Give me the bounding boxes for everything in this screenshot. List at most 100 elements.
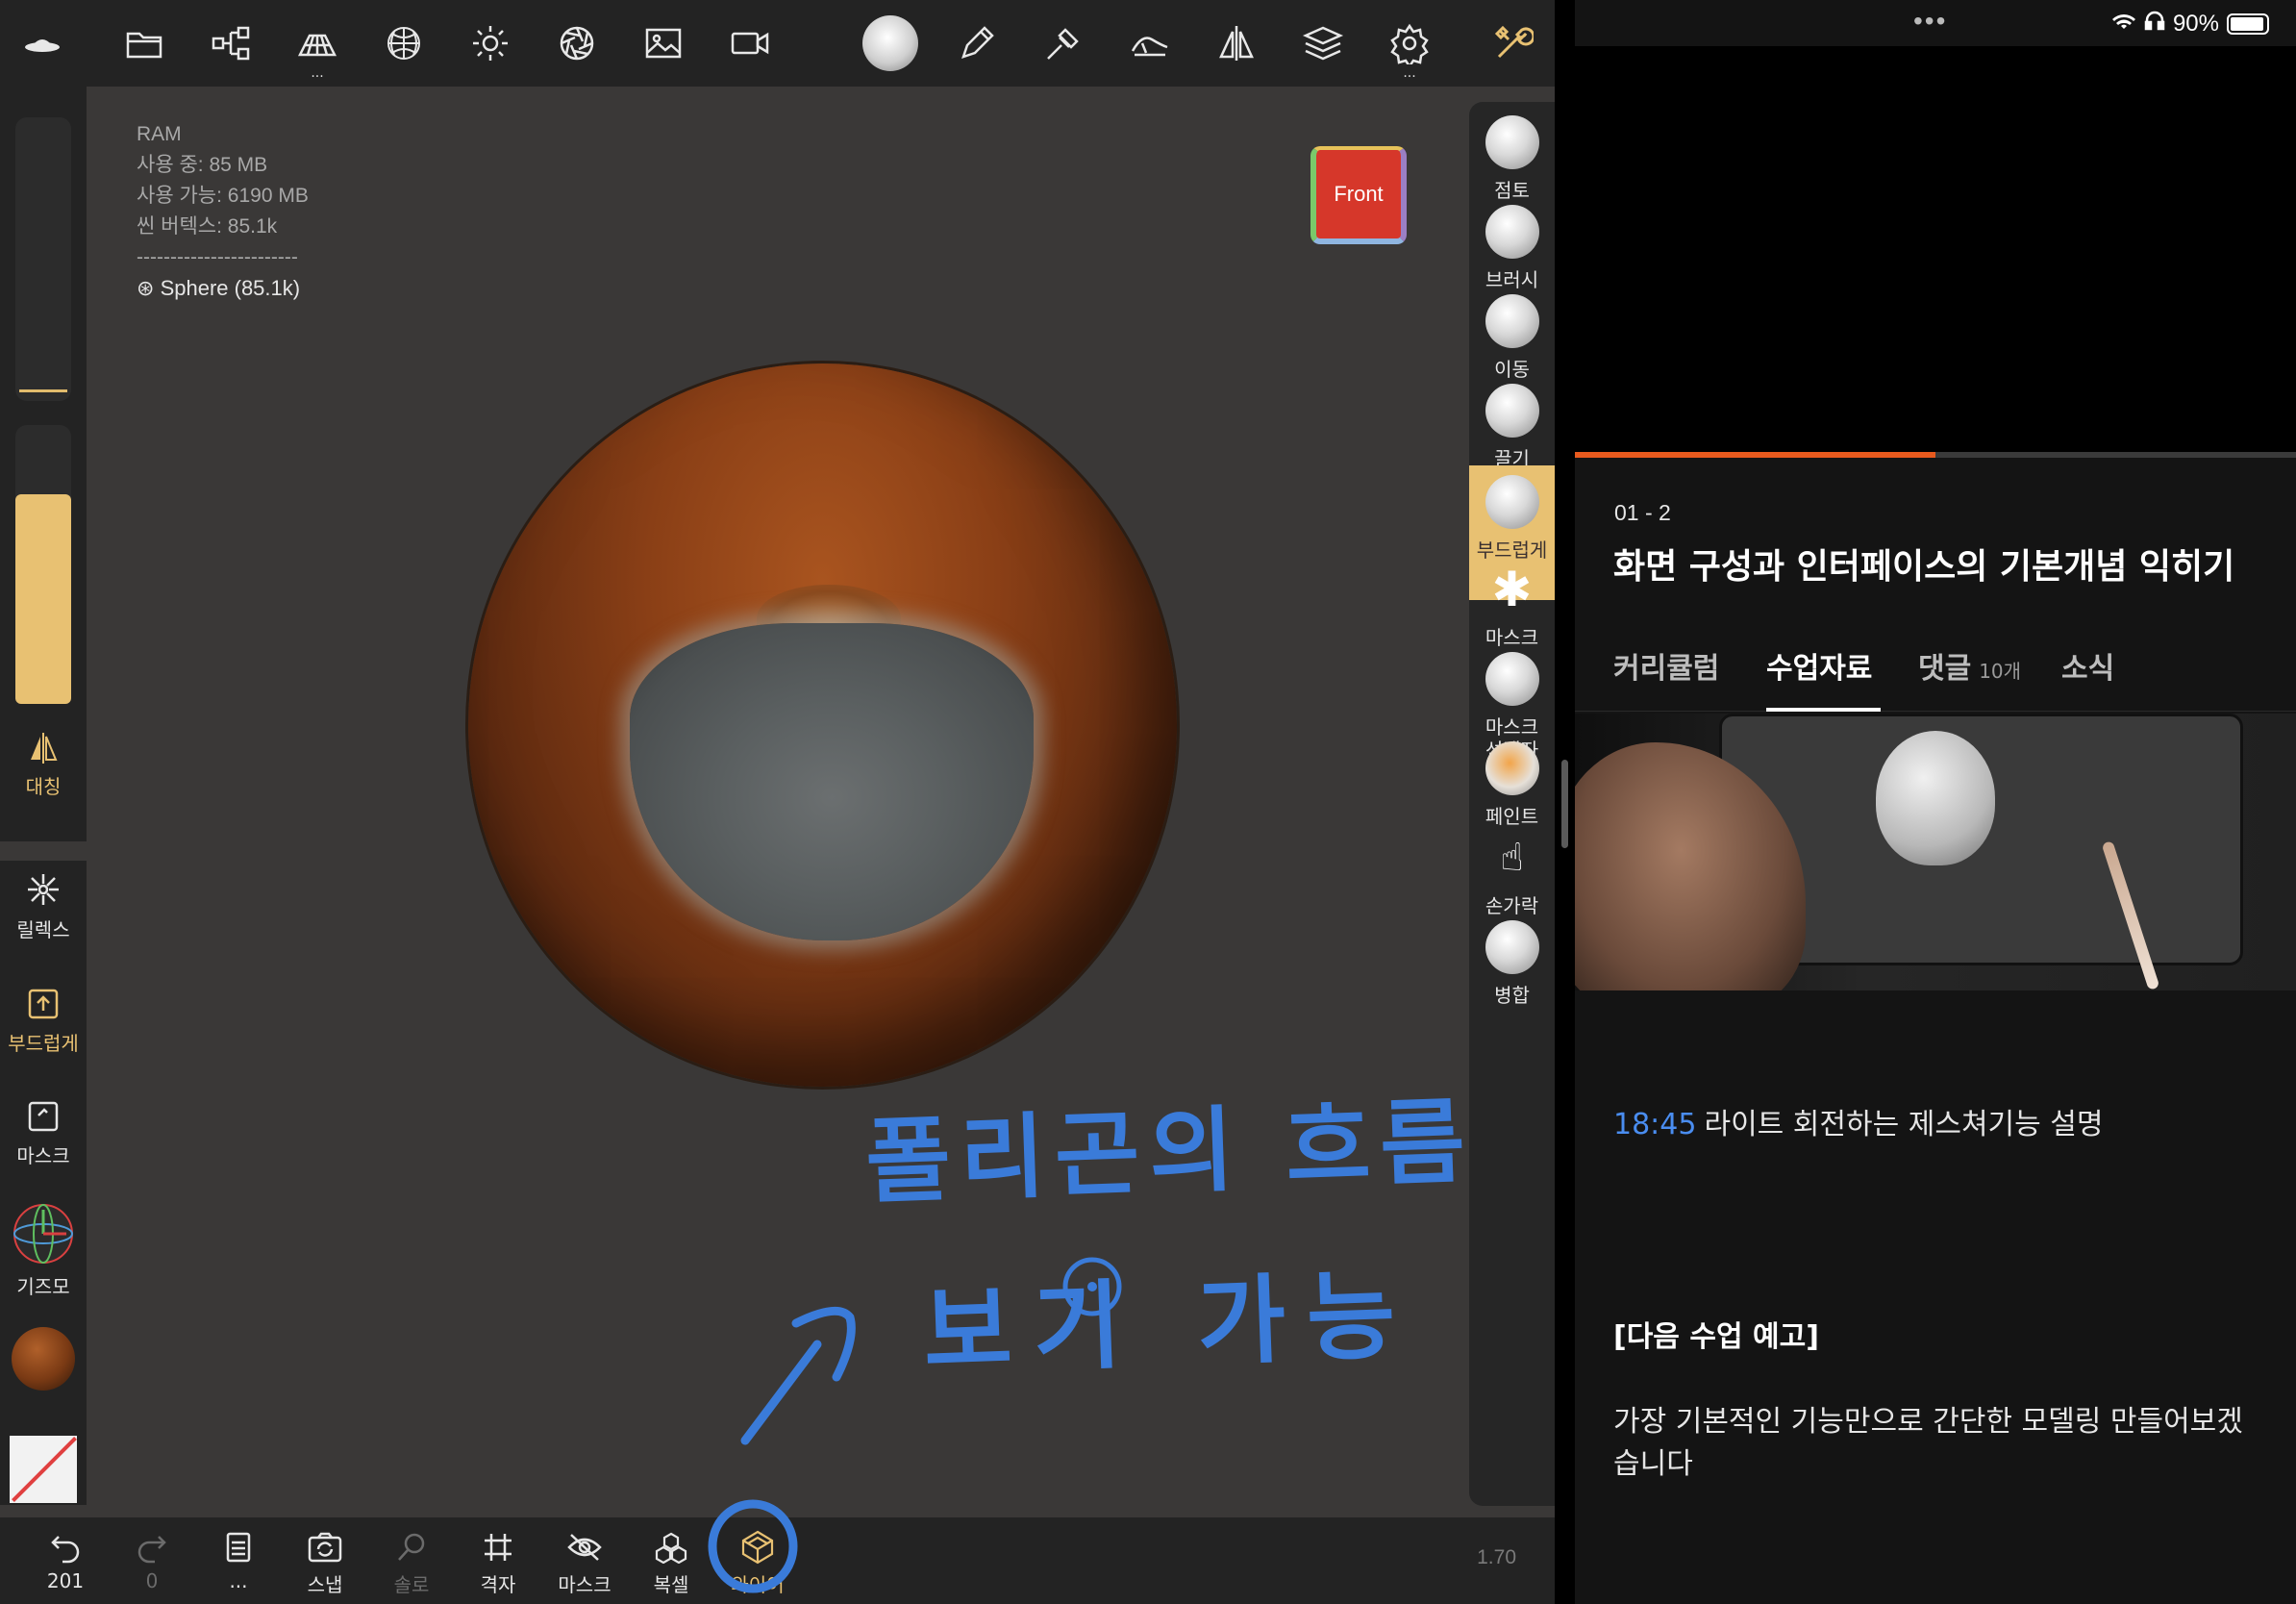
tab-curriculum-label: 커리큘럼 xyxy=(1613,652,1720,686)
no-color-slash xyxy=(12,1437,77,1502)
mask-button[interactable]: 마스크 xyxy=(0,1098,87,1168)
lesson-tabs: 커리큘럼 수업자료 댓글 10개 소식 xyxy=(1575,644,2296,712)
brush-ball-icon xyxy=(1485,475,1539,529)
camera-aperture-icon: ⊛ xyxy=(137,276,155,300)
video-progress-fill xyxy=(1575,452,1935,458)
history-more: ... xyxy=(229,1569,248,1592)
folder-icon[interactable] xyxy=(115,14,173,72)
relax-icon xyxy=(0,870,87,909)
grid-button[interactable]: 격자 xyxy=(460,1529,537,1597)
tool-5[interactable]: ✱ 마스크 xyxy=(1469,563,1555,649)
topology-icon[interactable]: ... xyxy=(288,14,346,80)
gizmo-label: 기즈모 xyxy=(16,1275,70,1298)
lesson-number: 01 - 2 xyxy=(1614,500,1671,525)
relax-button[interactable]: 릴렉스 xyxy=(0,870,87,942)
undo-count: 201 xyxy=(46,1569,85,1592)
timestamp-note: 18:45 라이트 회전하는 제스쳐기능 설명 xyxy=(1613,1100,2103,1142)
multitasking-dots[interactable]: ••• xyxy=(1913,6,1947,37)
tool-2[interactable]: 이동 xyxy=(1469,294,1555,381)
book-icon xyxy=(200,1529,277,1566)
tool-1[interactable]: 브러시 xyxy=(1469,205,1555,291)
brush-ball-icon: ✱ xyxy=(1491,562,1533,617)
radius-slider[interactable] xyxy=(15,117,71,401)
solo-label: 솔로 xyxy=(393,1573,430,1596)
snap-camera-icon xyxy=(287,1529,363,1566)
mesh-icon[interactable] xyxy=(375,14,433,72)
tool-9[interactable]: 병합 xyxy=(1469,920,1555,1007)
status-right: 90% xyxy=(2111,10,2269,38)
material-ball[interactable] xyxy=(12,1327,75,1391)
redo-button[interactable]: 0 xyxy=(113,1529,190,1592)
eye-slash-icon xyxy=(546,1529,623,1566)
settings-gear-icon[interactable]: ... xyxy=(1381,14,1438,80)
ram-label: RAM xyxy=(137,123,182,145)
object-row[interactable]: ⊛ Sphere (85.1k) xyxy=(137,273,309,304)
image-icon[interactable] xyxy=(635,14,692,72)
instance-button[interactable]: 복셀 xyxy=(633,1529,710,1597)
tab-comments-count: 10개 xyxy=(1979,660,2022,683)
wireframe-button[interactable]: 와이어 xyxy=(719,1529,796,1597)
tab-news-label: 소식 xyxy=(2061,652,2115,686)
intensity-slider[interactable] xyxy=(15,425,71,704)
tool-label: 페인트 xyxy=(1485,805,1539,828)
smooth-button[interactable]: 부드럽게 xyxy=(0,986,87,1056)
undo-button[interactable]: 201 xyxy=(27,1529,104,1592)
relax-label: 릴렉스 xyxy=(16,918,70,941)
picker-icon[interactable] xyxy=(1035,14,1092,72)
tool-label: 마스크 xyxy=(1485,626,1539,649)
smooth-brush-preview-icon[interactable] xyxy=(861,14,919,72)
symmetry-button[interactable]: 대칭 xyxy=(0,731,87,799)
app-logo-icon[interactable] xyxy=(13,14,71,72)
mask-box-icon xyxy=(0,1098,87,1135)
view-cube[interactable]: Front xyxy=(1310,146,1407,244)
tab-comments[interactable]: 댓글 10개 xyxy=(1918,644,2021,712)
video-camera-icon[interactable] xyxy=(721,14,779,72)
view-cube-label: Front xyxy=(1334,182,1384,206)
more-dots: ... xyxy=(1403,65,1416,81)
sculpt-app: ... ... RAM 사용 중: 85 MB 사용 가능: 6190 MB 씬… xyxy=(0,0,1555,1604)
ram-available: 사용 가능: 6190 MB xyxy=(137,185,309,207)
symmetry-icon xyxy=(0,731,87,765)
tab-comments-label: 댓글 xyxy=(1918,652,1972,686)
video-player[interactable] xyxy=(1575,46,2296,455)
scene-vertex-count: 씬 버텍스: 85.1k xyxy=(137,215,278,238)
light-icon[interactable] xyxy=(462,14,519,72)
timestamp-link[interactable]: 18:45 xyxy=(1613,1108,1696,1141)
tab-curriculum[interactable]: 커리큘럼 xyxy=(1613,644,1719,712)
sphere-cavity xyxy=(630,623,1034,940)
battery-level xyxy=(2231,16,2263,31)
split-view-divider[interactable] xyxy=(1555,0,1575,1604)
color-swatch[interactable] xyxy=(10,1436,77,1503)
snap-button[interactable]: 스냅 xyxy=(287,1529,363,1597)
stats-separator: ------------------------ xyxy=(137,246,298,268)
timestamp-text: 라이트 회전하는 제스쳐기능 설명 xyxy=(1704,1108,2104,1141)
tool-3[interactable]: 끌기 xyxy=(1469,384,1555,470)
brush-ball-icon xyxy=(1485,652,1539,706)
camera-aperture-icon[interactable] xyxy=(548,14,606,72)
snap-label: 스냅 xyxy=(307,1573,343,1596)
sculpt-sphere[interactable] xyxy=(468,363,1177,1087)
stroke-pen-icon[interactable] xyxy=(948,14,1006,72)
history-button[interactable]: ... xyxy=(200,1529,277,1592)
scene-tree-icon[interactable] xyxy=(202,14,260,72)
solo-button[interactable]: 솔로 xyxy=(373,1529,450,1597)
tab-materials[interactable]: 수업자료 xyxy=(1766,644,1881,712)
brush-ball-icon xyxy=(1485,920,1539,974)
divider-handle[interactable] xyxy=(1561,760,1568,848)
tool-8[interactable]: ☝ 손가락 xyxy=(1469,831,1555,917)
thumbnail-sculpt-head xyxy=(1876,731,1995,865)
layers-icon[interactable] xyxy=(1294,14,1352,72)
wireframe-icon xyxy=(719,1529,796,1566)
symmetry-icon[interactable] xyxy=(1208,14,1265,72)
tool-label: 이동 xyxy=(1494,358,1530,381)
gizmo-button[interactable]: 기즈모 xyxy=(0,1202,87,1299)
material-thumbnail[interactable] xyxy=(1575,714,2296,990)
headphones-icon xyxy=(2144,10,2165,38)
tab-news[interactable]: 소식 xyxy=(2061,644,2114,712)
tools-wrench-icon[interactable] xyxy=(1484,14,1541,72)
tool-7[interactable]: 페인트 xyxy=(1469,741,1555,828)
hide-mask-button[interactable]: 마스크 xyxy=(546,1529,623,1597)
video-progress-bar[interactable] xyxy=(1575,452,2296,458)
tool-0[interactable]: 점토 xyxy=(1469,115,1555,202)
falloff-icon[interactable] xyxy=(1121,14,1179,72)
